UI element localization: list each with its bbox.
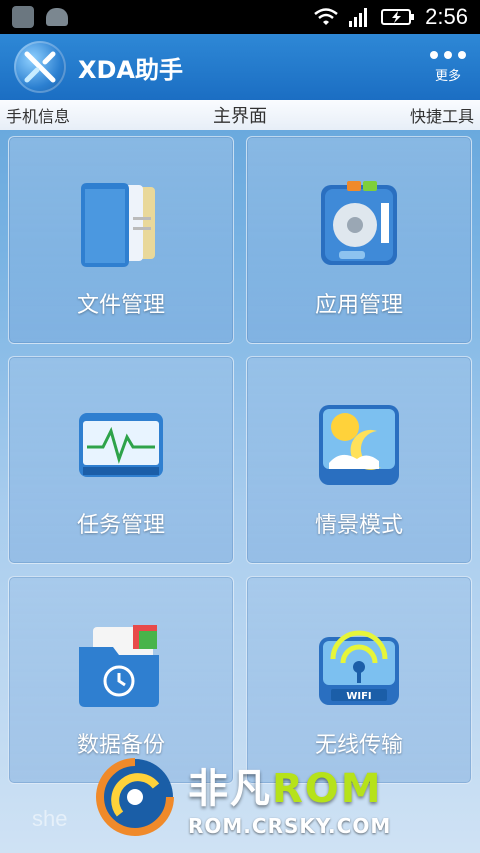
tile-label: 情景模式 <box>314 513 403 538</box>
notification-icon <box>12 6 34 28</box>
wifi-tower-icon: WIFI <box>319 630 399 705</box>
backup-folder-icon <box>79 625 159 707</box>
battery-icon <box>381 9 415 25</box>
task-monitor-icon <box>79 413 163 477</box>
svg-text:WIFI: WIFI <box>346 691 371 702</box>
more-dots-icon <box>430 50 466 59</box>
signal-icon <box>349 8 368 27</box>
xda-logo-icon <box>14 41 66 93</box>
crsky-logo-icon <box>96 758 174 836</box>
tile-task-manager[interactable]: 任务管理 <box>8 356 234 564</box>
tab-quick-tools[interactable]: 快捷工具 <box>410 103 474 127</box>
status-time: 2:56 <box>425 4 468 29</box>
tile-file-manager[interactable]: 文件管理 <box>8 136 234 344</box>
folder-document-icon <box>81 183 155 267</box>
tab-phone-info[interactable]: 手机信息 <box>6 103 70 127</box>
tile-label: 任务管理 <box>76 513 165 538</box>
background-text: she <box>32 806 68 831</box>
function-grid: 文件管理 应用管理 任务管理 情景模式 数据备份 WIFI 无线传输 <box>8 136 472 784</box>
tile-label: 文件管理 <box>76 293 165 318</box>
tab-main[interactable]: 主界面 <box>213 102 267 128</box>
tile-app-manager[interactable]: 应用管理 <box>246 136 472 344</box>
crsky-watermark: 非凡ROM ROM.CRSKY.COM <box>90 752 470 842</box>
app-header: XDA助手 更多 <box>0 34 480 100</box>
weather-moon-icon <box>319 405 399 485</box>
more-button[interactable]: 更多 <box>430 50 466 84</box>
tile-label: 应用管理 <box>314 293 403 318</box>
app-title: XDA助手 <box>78 55 183 84</box>
app-box-icon <box>321 181 397 265</box>
tile-scene-mode[interactable]: 情景模式 <box>246 356 472 564</box>
more-label: 更多 <box>434 68 461 84</box>
android-icon <box>46 8 68 26</box>
wifi-icon <box>314 8 338 25</box>
watermark-brand: 非凡ROM <box>188 766 383 812</box>
watermark-url: ROM.CRSKY.COM <box>188 814 392 838</box>
tab-bar: 手机信息 主界面 快捷工具 <box>0 100 480 130</box>
status-bar: 2:56 <box>0 0 480 34</box>
